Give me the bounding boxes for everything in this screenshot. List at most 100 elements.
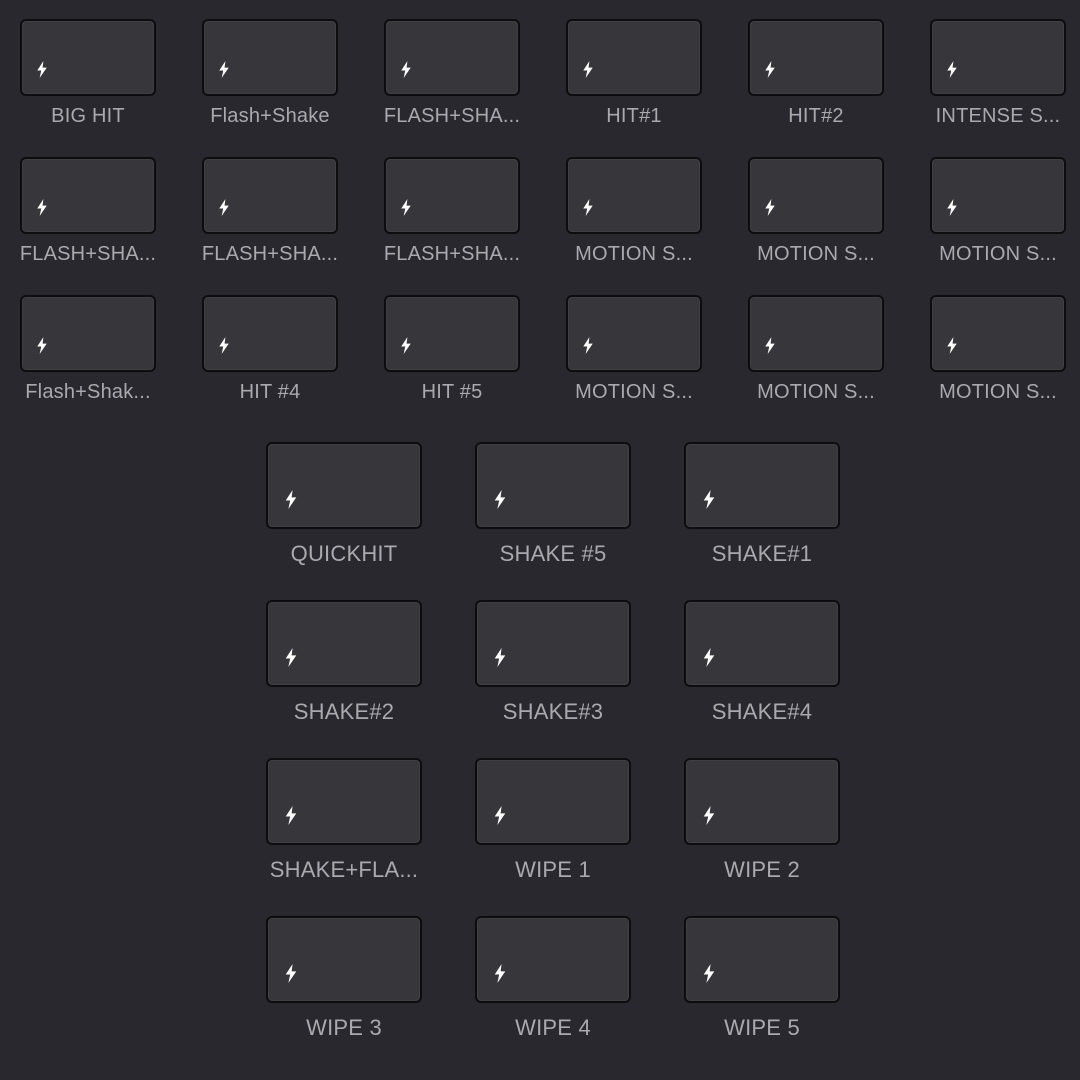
effect-label: SHAKE#2 — [293, 699, 395, 724]
effect-label: MOTION S... — [939, 381, 1057, 403]
effect-label: WIPE 1 — [515, 857, 591, 882]
lightning-bolt-icon — [702, 964, 716, 983]
effect-clip[interactable]: WIPE 3 — [266, 916, 422, 1074]
lightning-bolt-icon — [702, 490, 716, 509]
effect-clip[interactable]: QUICKHIT — [266, 442, 422, 600]
effect-clip[interactable]: SHAKE#4 — [684, 600, 840, 758]
effect-label: Flash+Shake — [210, 105, 330, 127]
effect-thumbnail[interactable] — [20, 19, 156, 96]
effect-clip[interactable]: FLASH+SHA... — [384, 157, 520, 295]
effect-label: HIT #4 — [239, 381, 301, 403]
effect-thumbnail[interactable] — [266, 758, 422, 845]
effect-clip[interactable]: HIT #5 — [384, 295, 520, 433]
effect-label: FLASH+SHA... — [383, 105, 521, 127]
effect-clip[interactable]: MOTION S... — [930, 157, 1066, 295]
effect-clip[interactable]: WIPE 2 — [684, 758, 840, 916]
effect-label: WIPE 2 — [724, 857, 800, 882]
effect-label: MOTION S... — [575, 243, 693, 265]
effect-thumbnail[interactable] — [475, 442, 631, 529]
lightning-bolt-icon — [702, 806, 716, 825]
effect-thumbnail[interactable] — [266, 916, 422, 1003]
lightning-bolt-icon — [493, 490, 507, 509]
effect-clip[interactable]: HIT#1 — [566, 19, 702, 157]
effect-label: SHAKE#1 — [711, 541, 813, 566]
effect-thumbnail[interactable] — [20, 295, 156, 372]
lightning-bolt-icon — [284, 490, 298, 509]
effect-thumbnail[interactable] — [475, 600, 631, 687]
lightning-bolt-icon — [764, 199, 776, 216]
effect-clip[interactable]: MOTION S... — [566, 295, 702, 433]
effects-grid-bottom: QUICKHIT SHAKE #5 SHAKE#1 SHAKE#2 SHAKE#3 SHA… — [266, 442, 840, 1074]
effect-clip[interactable]: MOTION S... — [748, 157, 884, 295]
lightning-bolt-icon — [400, 61, 412, 78]
lightning-bolt-icon — [493, 964, 507, 983]
effect-thumbnail[interactable] — [475, 758, 631, 845]
effect-thumbnail[interactable] — [684, 758, 840, 845]
effect-clip[interactable]: FLASH+SHA... — [384, 19, 520, 157]
effect-thumbnail[interactable] — [566, 19, 702, 96]
effect-label: MOTION S... — [757, 381, 875, 403]
effects-library-panel: BIG HIT Flash+Shake FLASH+SHA... HIT#1 HIT#2… — [0, 0, 1080, 1080]
effects-grid-top: BIG HIT Flash+Shake FLASH+SHA... HIT#1 HIT#2… — [20, 19, 1066, 433]
effect-thumbnail[interactable] — [748, 295, 884, 372]
effect-clip[interactable]: SHAKE #5 — [475, 442, 631, 600]
lightning-bolt-icon — [218, 337, 230, 354]
effect-clip[interactable]: SHAKE#1 — [684, 442, 840, 600]
effect-thumbnail[interactable] — [475, 916, 631, 1003]
effect-label: SHAKE+FLA... — [269, 857, 419, 882]
effect-thumbnail[interactable] — [684, 916, 840, 1003]
effect-thumbnail[interactable] — [202, 19, 338, 96]
effect-clip[interactable]: SHAKE#3 — [475, 600, 631, 758]
lightning-bolt-icon — [218, 61, 230, 78]
lightning-bolt-icon — [702, 648, 716, 667]
lightning-bolt-icon — [218, 199, 230, 216]
lightning-bolt-icon — [493, 648, 507, 667]
effect-clip[interactable]: FLASH+SHA... — [202, 157, 338, 295]
effect-thumbnail[interactable] — [384, 19, 520, 96]
effect-thumbnail[interactable] — [266, 600, 422, 687]
effect-label: WIPE 5 — [724, 1015, 800, 1040]
effect-clip[interactable]: HIT#2 — [748, 19, 884, 157]
effect-clip[interactable]: INTENSE S... — [930, 19, 1066, 157]
effect-thumbnail[interactable] — [266, 442, 422, 529]
effect-clip[interactable]: SHAKE#2 — [266, 600, 422, 758]
effect-clip[interactable]: Flash+Shake — [202, 19, 338, 157]
effect-thumbnail[interactable] — [748, 19, 884, 96]
effect-clip[interactable]: MOTION S... — [748, 295, 884, 433]
effect-clip[interactable]: BIG HIT — [20, 19, 156, 157]
lightning-bolt-icon — [946, 337, 958, 354]
effect-thumbnail[interactable] — [202, 157, 338, 234]
effect-thumbnail[interactable] — [384, 157, 520, 234]
effect-thumbnail[interactable] — [684, 442, 840, 529]
effect-thumbnail[interactable] — [202, 295, 338, 372]
effect-label: HIT#1 — [606, 105, 662, 127]
effect-label: SHAKE #5 — [499, 541, 607, 566]
effect-thumbnail[interactable] — [566, 295, 702, 372]
lightning-bolt-icon — [946, 199, 958, 216]
effect-label: BIG HIT — [51, 105, 125, 127]
effect-thumbnail[interactable] — [384, 295, 520, 372]
effect-label: WIPE 3 — [306, 1015, 382, 1040]
effect-clip[interactable]: WIPE 5 — [684, 916, 840, 1074]
effect-label: Flash+Shak... — [25, 381, 151, 403]
lightning-bolt-icon — [582, 199, 594, 216]
effect-clip[interactable]: MOTION S... — [566, 157, 702, 295]
effect-thumbnail[interactable] — [684, 600, 840, 687]
effect-thumbnail[interactable] — [930, 157, 1066, 234]
effect-clip[interactable]: HIT #4 — [202, 295, 338, 433]
effect-clip[interactable]: WIPE 4 — [475, 916, 631, 1074]
effect-clip[interactable]: Flash+Shak... — [20, 295, 156, 433]
lightning-bolt-icon — [284, 964, 298, 983]
effect-thumbnail[interactable] — [566, 157, 702, 234]
effect-label: HIT #5 — [421, 381, 483, 403]
lightning-bolt-icon — [36, 199, 48, 216]
effect-clip[interactable]: WIPE 1 — [475, 758, 631, 916]
effect-thumbnail[interactable] — [748, 157, 884, 234]
effect-clip[interactable]: MOTION S... — [930, 295, 1066, 433]
effect-clip[interactable]: SHAKE+FLA... — [266, 758, 422, 916]
effect-thumbnail[interactable] — [930, 295, 1066, 372]
effect-thumbnail[interactable] — [20, 157, 156, 234]
effect-thumbnail[interactable] — [930, 19, 1066, 96]
effect-clip[interactable]: FLASH+SHA... — [20, 157, 156, 295]
lightning-bolt-icon — [400, 337, 412, 354]
